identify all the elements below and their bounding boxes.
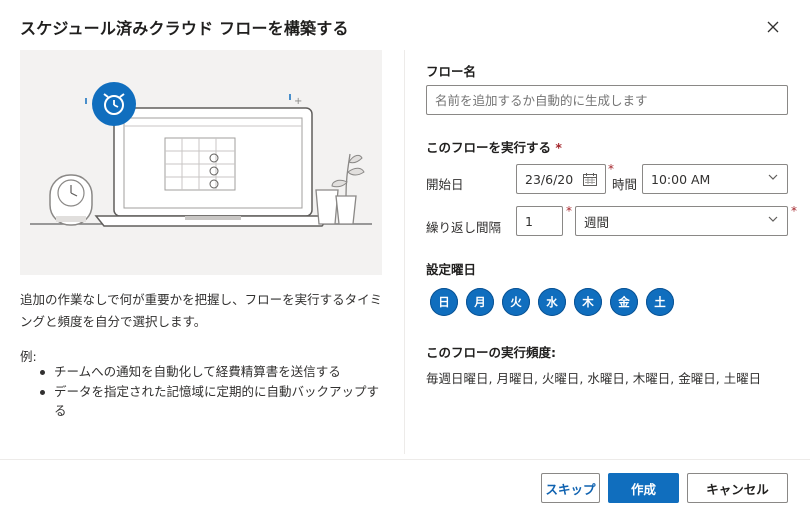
flow-dialog: スケジュール済みクラウド フローを構築する + 追加の作業なしで何が重要かを把握…: [0, 0, 810, 511]
weekday-label: 設定曜日: [426, 262, 477, 277]
close-button[interactable]: [762, 16, 784, 38]
chevron-down-icon: [768, 174, 778, 180]
flow-name-input[interactable]: [426, 85, 788, 115]
create-button[interactable]: 作成: [608, 473, 679, 503]
repeat-count-input[interactable]: 1: [516, 206, 563, 236]
example-label: 例:: [20, 349, 37, 364]
required-mark: *: [566, 204, 572, 218]
time-value: 10:00 AM: [651, 171, 711, 187]
dialog-title: スケジュール済みクラウド フローを構築する: [20, 19, 349, 38]
pane-divider: [404, 50, 405, 454]
weekday-toggle-sat[interactable]: 土: [646, 288, 674, 316]
footer-divider: [0, 459, 810, 460]
weekday-toggle-wed[interactable]: 水: [538, 288, 566, 316]
weekday-selector: 日 月 火 水 木 金 土: [430, 288, 674, 316]
weekday-toggle-tue[interactable]: 火: [502, 288, 530, 316]
repeat-unit-value: 週間: [584, 214, 610, 230]
run-section-label: このフローを実行する *: [426, 140, 562, 155]
weekday-toggle-mon[interactable]: 月: [466, 288, 494, 316]
flow-description: 追加の作業なしで何が重要かを把握し、フローを実行するタイミングと頻度を自分で選択…: [20, 292, 383, 329]
svg-text:+: +: [294, 96, 302, 107]
required-mark: *: [555, 140, 562, 155]
weekday-toggle-fri[interactable]: 金: [610, 288, 638, 316]
frequency-summary: 毎週日曜日, 月曜日, 火曜日, 水曜日, 木曜日, 金曜日, 土曜日: [426, 371, 762, 386]
scheduled-flow-illustration: +: [20, 50, 382, 275]
repeat-count-value: 1: [525, 213, 533, 229]
repeat-label: 繰り返し間隔: [426, 220, 502, 235]
left-pane: + 追加の作業なしで何が重要かを把握し、フローを実行するタイミングと頻度を自分で…: [0, 50, 404, 454]
weekday-toggle-sun[interactable]: 日: [430, 288, 458, 316]
list-item: チームへの通知を自動化して経費精算書を送信する: [38, 362, 388, 381]
required-mark: *: [791, 204, 797, 218]
time-label: 時間: [612, 177, 638, 192]
weekday-toggle-thu[interactable]: 木: [574, 288, 602, 316]
calendar-icon: [583, 173, 597, 186]
repeat-unit-dropdown[interactable]: 週間: [575, 206, 788, 236]
chevron-down-icon: [768, 216, 778, 222]
cancel-button[interactable]: キャンセル: [687, 473, 788, 503]
flow-name-label: フロー名: [426, 64, 477, 79]
time-dropdown[interactable]: 10:00 AM: [642, 164, 788, 194]
list-item: データを指定された記憶域に定期的に自動バックアップする: [38, 382, 388, 420]
frequency-label: このフローの実行頻度:: [426, 345, 556, 360]
close-icon: [767, 21, 779, 33]
start-date-value: 23/6/20: [525, 171, 574, 187]
start-date-picker[interactable]: 23/6/20: [516, 164, 606, 194]
example-list: チームへの通知を自動化して経費精算書を送信する データを指定された記憶域に定期的…: [38, 362, 388, 421]
skip-button[interactable]: スキップ: [541, 473, 600, 503]
start-date-label: 開始日: [426, 177, 464, 192]
